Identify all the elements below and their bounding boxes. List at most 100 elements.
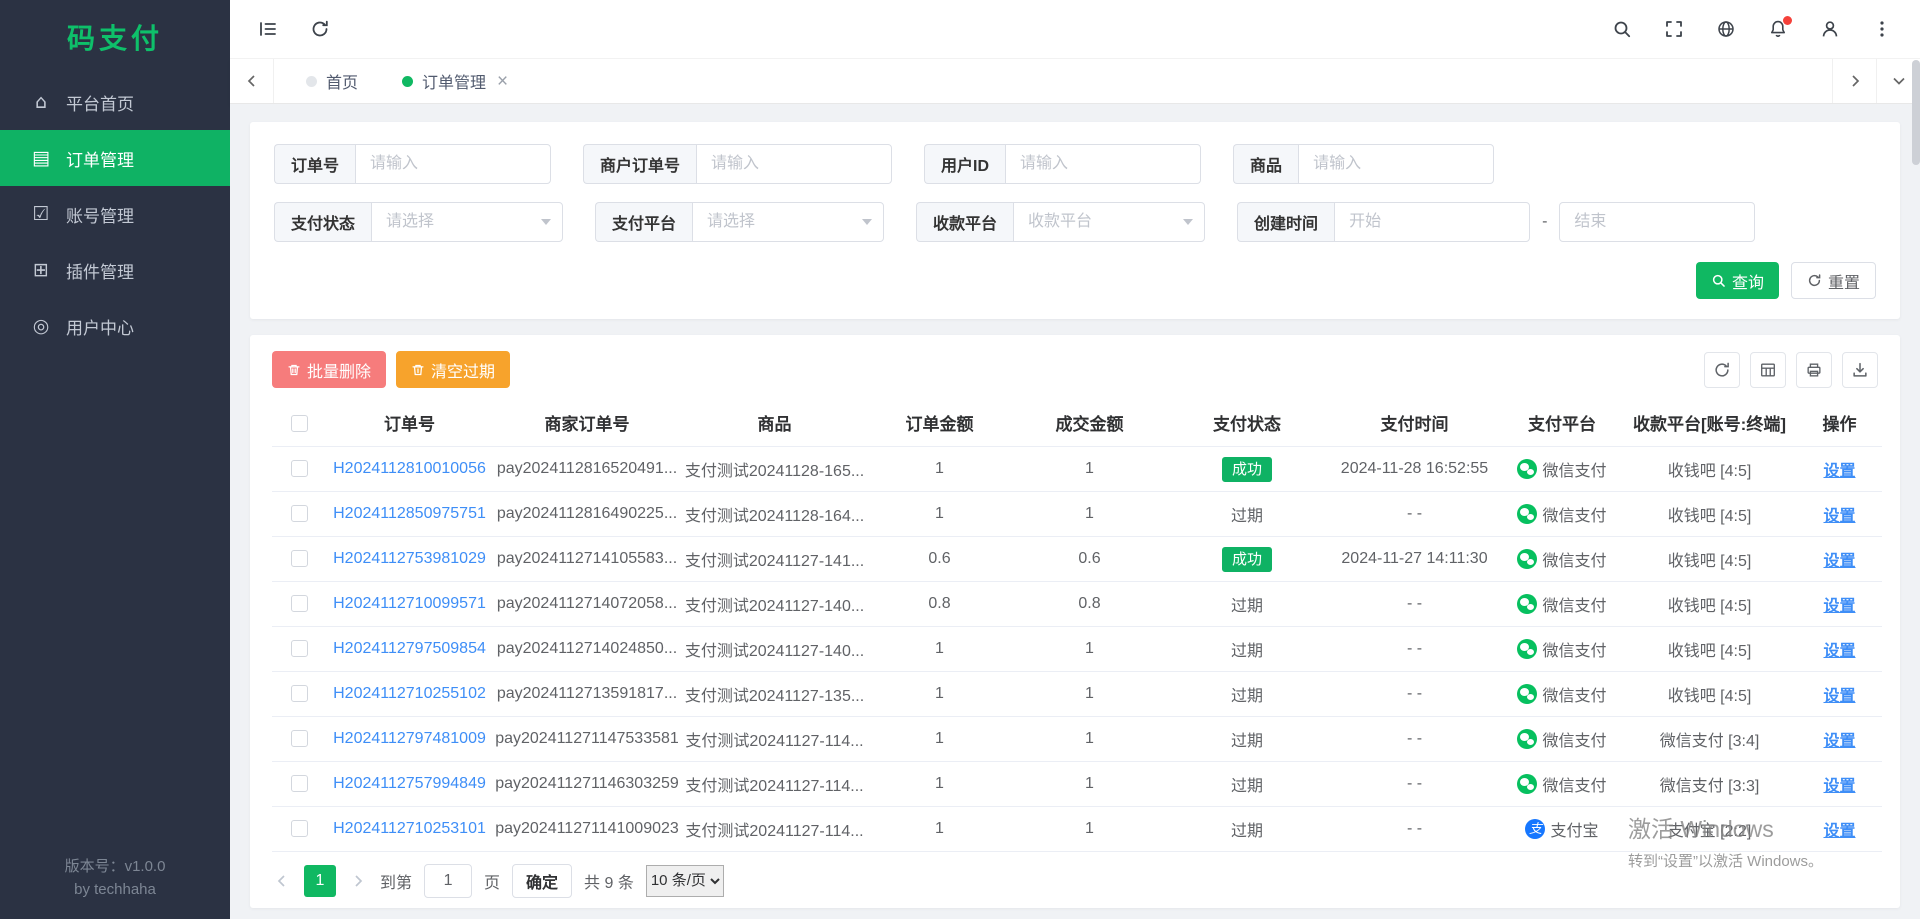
order-number-link[interactable]: H2024112850975751 bbox=[333, 505, 486, 522]
filter-input[interactable] bbox=[1298, 144, 1494, 184]
prev-page-button[interactable] bbox=[272, 874, 292, 888]
order-number-link[interactable]: H2024112710255102 bbox=[333, 685, 486, 702]
row-checkbox[interactable] bbox=[291, 505, 308, 522]
sidebar-item[interactable]: ▤ 订单管理 bbox=[0, 130, 230, 186]
product-name: 支付测试20241127-141... bbox=[682, 536, 867, 581]
account-icon: ☑ bbox=[30, 203, 52, 225]
sidebar-item-label: 平台首页 bbox=[66, 90, 134, 115]
table-row: H2024112850975751 pay2024112816490225...… bbox=[272, 491, 1882, 536]
fullscreen-icon[interactable] bbox=[1664, 19, 1684, 39]
order-number-link[interactable]: H2024112710253101 bbox=[333, 820, 486, 837]
reload-page-icon[interactable] bbox=[310, 19, 330, 39]
pay-time: - - bbox=[1327, 806, 1502, 851]
product-name: 支付测试20241128-165... bbox=[682, 446, 867, 491]
next-page-button[interactable] bbox=[348, 874, 368, 888]
sidebar-item[interactable]: ◎ 用户中心 bbox=[0, 298, 230, 354]
status-badge: 成功 bbox=[1222, 547, 1272, 572]
date-start-input[interactable] bbox=[1334, 202, 1530, 242]
platform-name: 支付宝 bbox=[1550, 817, 1598, 841]
table-refresh-button[interactable] bbox=[1704, 352, 1740, 388]
select-all-checkbox[interactable] bbox=[291, 415, 308, 432]
search-button[interactable]: 查询 bbox=[1696, 262, 1779, 299]
user-icon[interactable] bbox=[1820, 19, 1840, 39]
confirm-button[interactable]: 确定 bbox=[512, 864, 572, 898]
row-checkbox[interactable] bbox=[291, 460, 308, 477]
export-button[interactable] bbox=[1842, 352, 1878, 388]
row-checkbox[interactable] bbox=[291, 820, 308, 837]
order-number-link[interactable]: H2024112757994849 bbox=[333, 775, 486, 792]
tab[interactable]: 首页 bbox=[284, 59, 380, 103]
sidebar-item[interactable]: ⌂ 平台首页 bbox=[0, 74, 230, 130]
row-checkbox[interactable] bbox=[291, 775, 308, 792]
platform-name: 微信支付 bbox=[1542, 772, 1606, 796]
refresh-icon bbox=[1807, 273, 1822, 288]
settings-link[interactable]: 设置 bbox=[1823, 508, 1855, 525]
settings-link[interactable]: 设置 bbox=[1823, 778, 1855, 795]
collapse-sidebar-icon[interactable] bbox=[258, 19, 278, 39]
order-number-link[interactable]: H2024112797481009 bbox=[333, 730, 486, 747]
pay-time: - - bbox=[1327, 671, 1502, 716]
order-number-link[interactable]: H2024112710099571 bbox=[333, 595, 486, 612]
goto-page-input[interactable] bbox=[424, 864, 472, 898]
settings-link[interactable]: 设置 bbox=[1823, 688, 1855, 705]
page-size-select[interactable]: 10 条/页 bbox=[646, 865, 724, 897]
order-number-link[interactable]: H2024112753981029 bbox=[333, 550, 486, 567]
order-number-link[interactable]: H2024112797509854 bbox=[333, 640, 486, 657]
clear-expired-button[interactable]: 清空过期 bbox=[396, 351, 510, 388]
paid-amount: 1 bbox=[1012, 626, 1167, 671]
sidebar-item[interactable]: ☑ 账号管理 bbox=[0, 186, 230, 242]
row-checkbox[interactable] bbox=[291, 640, 308, 657]
filter-input[interactable] bbox=[696, 144, 892, 184]
product-name: 支付测试20241127-114... bbox=[682, 761, 867, 806]
scrollbar-thumb[interactable] bbox=[1912, 60, 1920, 165]
row-checkbox[interactable] bbox=[291, 685, 308, 702]
platform-name: 微信支付 bbox=[1542, 502, 1606, 526]
sidebar-item[interactable]: ⊞ 插件管理 bbox=[0, 242, 230, 298]
filter-select[interactable] bbox=[692, 202, 884, 242]
table-columns-button[interactable] bbox=[1750, 352, 1786, 388]
total-count: 共 9 条 bbox=[584, 869, 634, 893]
settings-link[interactable]: 设置 bbox=[1823, 643, 1855, 660]
filter-input[interactable] bbox=[1005, 144, 1201, 184]
print-button[interactable] bbox=[1796, 352, 1832, 388]
tabs-prev-button[interactable] bbox=[230, 59, 274, 103]
settings-link[interactable]: 设置 bbox=[1823, 733, 1855, 750]
reset-button[interactable]: 重置 bbox=[1791, 262, 1876, 299]
settings-link[interactable]: 设置 bbox=[1823, 463, 1855, 480]
row-checkbox[interactable] bbox=[291, 730, 308, 747]
filter-panel: 订单号 商户订单号 用户ID bbox=[250, 122, 1900, 319]
order-amount: 1 bbox=[867, 806, 1012, 851]
tabs-next-button[interactable] bbox=[1832, 59, 1876, 103]
table-row: H2024112753981029 pay2024112714105583...… bbox=[272, 536, 1882, 581]
app-logo: 码支付 bbox=[0, 0, 230, 74]
filter-select[interactable] bbox=[371, 202, 563, 242]
page-button[interactable]: 1 bbox=[304, 865, 336, 897]
order-number-link[interactable]: H2024112810010056 bbox=[333, 460, 486, 477]
goto-label: 到第 bbox=[380, 869, 412, 893]
more-options-icon[interactable] bbox=[1872, 19, 1892, 39]
filter-input[interactable] bbox=[355, 144, 551, 184]
settings-link[interactable]: 设置 bbox=[1823, 553, 1855, 570]
settings-link[interactable]: 设置 bbox=[1823, 598, 1855, 615]
search-icon[interactable] bbox=[1612, 19, 1632, 39]
tab-close-icon[interactable]: × bbox=[497, 72, 508, 91]
tab[interactable]: 订单管理 × bbox=[380, 59, 530, 103]
status-badge: 成功 bbox=[1222, 457, 1272, 482]
language-icon[interactable] bbox=[1716, 19, 1736, 39]
filter-select[interactable] bbox=[1013, 202, 1205, 242]
row-checkbox[interactable] bbox=[291, 550, 308, 567]
receiver-account: 微信支付 [3:4] bbox=[1622, 716, 1797, 761]
notification-bell-icon[interactable] bbox=[1768, 19, 1788, 39]
platform-icon bbox=[1517, 684, 1537, 704]
main-area: 首页 订单管理 × bbox=[230, 0, 1920, 919]
date-end-input[interactable] bbox=[1559, 202, 1755, 242]
order-amount: 1 bbox=[867, 671, 1012, 716]
status-badge: 过期 bbox=[1231, 823, 1263, 840]
settings-link[interactable]: 设置 bbox=[1823, 823, 1855, 840]
clear-icon bbox=[411, 363, 425, 377]
row-checkbox[interactable] bbox=[291, 595, 308, 612]
sidebar-item-label: 账号管理 bbox=[66, 202, 134, 227]
filter-label: 支付平台 bbox=[595, 202, 692, 242]
platform-name: 微信支付 bbox=[1542, 682, 1606, 706]
batch-delete-button[interactable]: 批量删除 bbox=[272, 351, 386, 388]
